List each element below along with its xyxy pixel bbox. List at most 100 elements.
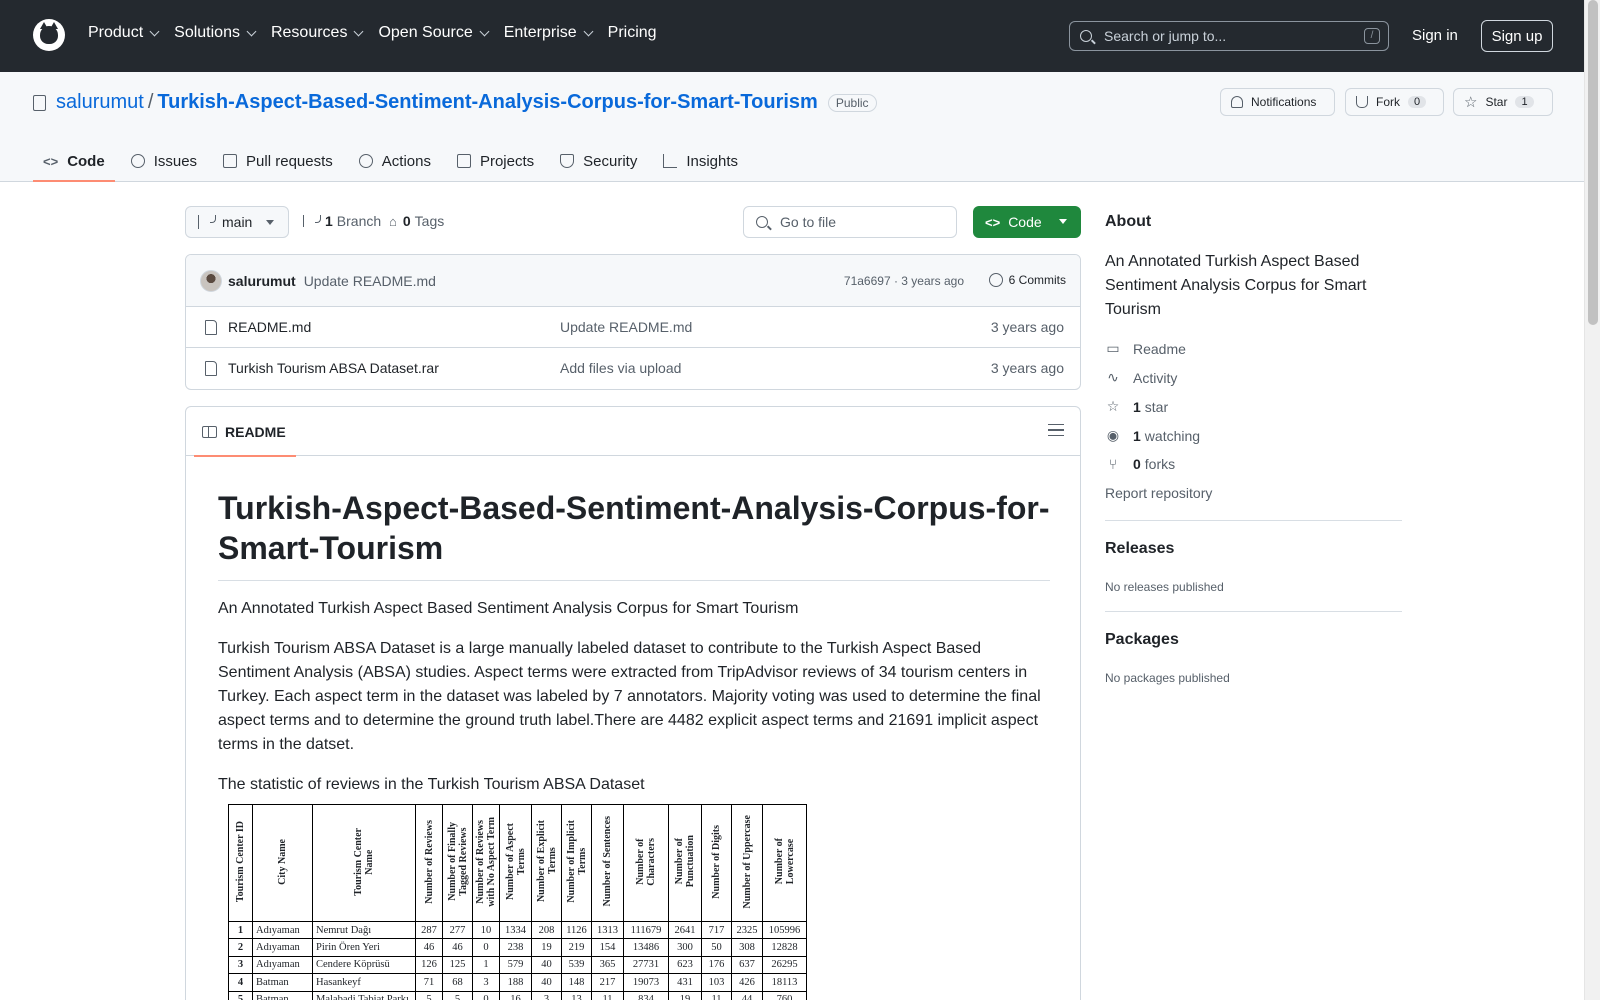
scrollbar-thumb[interactable] (1588, 0, 1598, 325)
stats-cell: 217 (591, 973, 624, 992)
sign-up-button[interactable]: Sign up (1481, 20, 1553, 52)
stats-cell: 308 (731, 938, 763, 957)
pulse-icon: ∿ (1107, 369, 1119, 385)
search-input[interactable]: Search or jump to... / (1069, 21, 1389, 51)
stats-cell: 3 (228, 955, 253, 975)
readme-body: Turkish-Aspect-Based-Sentiment-Analysis-… (186, 456, 1080, 797)
readme-paragraph: An Annotated Turkish Aspect Based Sentim… (218, 600, 799, 617)
stats-header-cell: Tourism Center ID (228, 804, 253, 922)
file-icon (205, 361, 217, 376)
pull-request-icon (223, 154, 238, 168)
commit-author[interactable]: salurumut (228, 273, 296, 289)
packages-heading[interactable]: Packages (1105, 631, 1179, 649)
nav-open-source[interactable]: Open Source (378, 24, 490, 42)
stats-header-cell: Number of Lowercase (762, 804, 807, 922)
stats-header-label: Number of Reviews with No Aspect Term (475, 816, 497, 907)
activity-link[interactable]: ∿ Activity (1105, 369, 1177, 386)
readme-paragraph: Turkish Tourism ABSA Dataset is a large … (218, 640, 1041, 753)
branches-link[interactable]: 1 Branch (303, 213, 381, 229)
commit-message[interactable]: Update README.md (304, 273, 436, 289)
stats-cell: 68 (442, 973, 473, 992)
nav-product[interactable]: Product (88, 24, 160, 42)
stats-header-cell: Number of Characters (623, 804, 669, 922)
star-button[interactable]: ☆ Star 1 (1453, 88, 1553, 116)
nav-solutions[interactable]: Solutions (174, 24, 257, 42)
nav-pricing[interactable]: Pricing (608, 24, 657, 42)
stats-cell: 0 (472, 938, 500, 957)
file-name-link[interactable]: README.md (228, 319, 311, 335)
commits-link[interactable]: 6 Commits (988, 273, 1066, 287)
readme-link[interactable]: ▭ Readme (1105, 340, 1186, 357)
stats-header-label: Number of Characters (635, 837, 657, 886)
file-row: Turkish Tourism ABSA Dataset.rar Add fil… (186, 348, 1080, 389)
stats-cell: 13486 (623, 938, 669, 957)
sign-in-link[interactable]: Sign in (1412, 27, 1458, 44)
avatar[interactable] (200, 269, 222, 292)
packages-empty: No packages published (1105, 671, 1230, 685)
stats-header-cell: Number of Reviews with No Aspect Term (472, 804, 500, 922)
repo-title: salurumut / Turkish-Aspect-Based-Sentime… (33, 91, 877, 114)
tab-actions[interactable]: Actions (349, 140, 441, 182)
file-name-link[interactable]: Turkish Tourism ABSA Dataset.rar (228, 360, 439, 376)
book-icon: ▭ (1106, 340, 1120, 356)
tab-pull-requests[interactable]: Pull requests (213, 140, 343, 182)
repo-name-link[interactable]: Turkish-Aspect-Based-Sentiment-Analysis-… (157, 91, 817, 114)
code-button[interactable]: <> Code (973, 206, 1081, 238)
stats-header-label: Number of Punctuation (674, 835, 696, 888)
nav-enterprise[interactable]: Enterprise (504, 24, 594, 42)
watching-link[interactable]: ◉ 1 watching (1105, 427, 1200, 444)
file-commit-message[interactable]: Add files via upload (560, 360, 681, 376)
eye-icon: ◉ (1106, 427, 1120, 443)
go-to-file-input[interactable]: Go to file (743, 206, 957, 238)
stats-header-cell: Number of Explicit Terms (531, 804, 562, 922)
releases-heading[interactable]: Releases (1105, 540, 1174, 558)
nav-resources[interactable]: Resources (271, 24, 364, 42)
stats-header-label: City Name (277, 838, 288, 885)
stars-link[interactable]: ☆ 1 star (1105, 398, 1168, 415)
github-logo-icon[interactable] (33, 19, 65, 51)
repo-owner-link[interactable]: salurumut (56, 91, 144, 114)
notifications-button[interactable]: Notifications (1220, 88, 1335, 116)
tab-issues[interactable]: Issues (121, 140, 207, 182)
stats-cell: 71 (415, 973, 443, 992)
stats-cell: 1313 (591, 920, 624, 940)
readme-tab[interactable]: README (194, 407, 296, 457)
file-commit-message[interactable]: Update README.md (560, 319, 692, 335)
stats-cell: 11 (701, 990, 732, 1000)
book-icon (202, 425, 217, 438)
tab-insights[interactable]: Insights (653, 140, 748, 182)
stats-header-cell: Number of Implicit Terms (561, 804, 592, 922)
search-icon (1080, 30, 1092, 42)
stats-row: 5 Batman Malabadi Tabiat Parkı 5 5 0 16 3 13 11 83… (228, 990, 807, 1000)
stats-row: 4 Batman Hasankeyf 71 68 3 188 40 148 217 19073 431… (228, 973, 807, 992)
commit-hash-age[interactable]: 71a6697 · 3 years ago (844, 274, 964, 288)
stats-cell: 300 (668, 938, 702, 957)
visibility-badge: Public (827, 93, 877, 112)
branch-select[interactable]: main (185, 206, 289, 238)
stats-cell: 365 (591, 955, 624, 975)
file-row: README.md Update README.md 3 years ago (186, 307, 1080, 348)
stats-cell: 13 (561, 990, 592, 1000)
stats-cell: 19073 (623, 973, 669, 992)
forks-link[interactable]: ⑂ 0 forks (1105, 456, 1175, 472)
tab-projects[interactable]: Projects (447, 140, 544, 182)
repo-separator: / (147, 91, 154, 113)
table-icon (456, 154, 471, 168)
stats-cell: 3 (472, 973, 500, 992)
fork-button[interactable]: Fork 0 (1345, 88, 1444, 116)
fork-icon: ⑂ (1108, 456, 1118, 472)
repo-header: salurumut / Turkish-Aspect-Based-Sentime… (0, 72, 1584, 182)
report-repository-link[interactable]: Report repository (1105, 485, 1212, 501)
stats-cell: Batman (252, 990, 313, 1000)
outline-list-icon[interactable] (1048, 424, 1064, 436)
stats-cell: 40 (531, 973, 562, 992)
graph-icon (663, 154, 678, 168)
file-age: 3 years ago (990, 319, 1064, 335)
page-scrollbar[interactable] (1584, 0, 1600, 1000)
tab-security[interactable]: Security (550, 140, 647, 182)
tags-link[interactable]: ⌂ 0 Tags (389, 213, 444, 229)
stats-row: 3 Adıyaman Cendere Köprüsü 126 125 1 579 40 539 3… (228, 955, 807, 975)
about-description: An Annotated Turkish Aspect Based Sentim… (1105, 253, 1367, 318)
tab-code[interactable]: <> Code (33, 140, 115, 182)
stats-cell: 579 (499, 955, 532, 975)
